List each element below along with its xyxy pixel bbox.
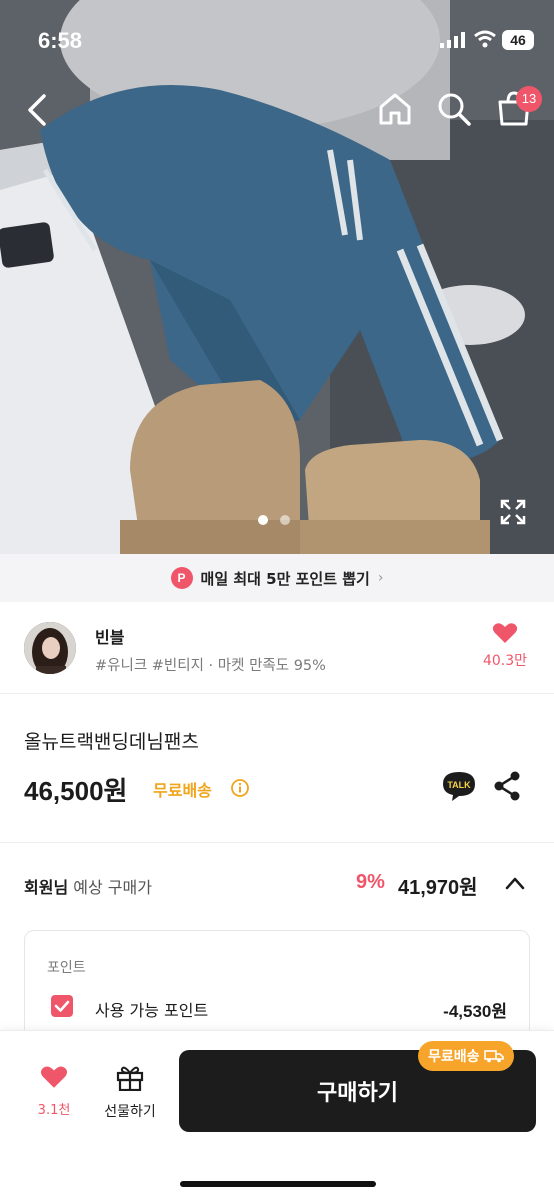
check-icon xyxy=(54,1000,70,1012)
heart-icon xyxy=(492,623,518,643)
product-photo xyxy=(0,0,554,554)
point-icon: P xyxy=(170,567,193,589)
product-image-carousel[interactable]: 6:58 46 13 xyxy=(0,0,554,554)
seller-like-button[interactable]: 40.3만 xyxy=(470,622,540,678)
chevron-right-icon: › xyxy=(377,570,384,586)
seller-tags: #유니크 #빈티지 · 마켓 만족도 95% xyxy=(95,658,326,674)
member-label-rest: 예상 구매가 xyxy=(68,878,152,897)
like-button[interactable]: 3.1천 xyxy=(28,1065,80,1118)
member-price-label: 회원님 예상 구매가 xyxy=(24,874,152,898)
carousel-dot[interactable] xyxy=(280,515,290,525)
home-icon[interactable] xyxy=(376,90,414,128)
free-shipping-badge-text: 무료배송 xyxy=(428,1049,480,1065)
talk-bubble-icon: TALK xyxy=(443,772,475,801)
gift-label: 선물하기 xyxy=(104,1104,156,1120)
free-shipping-label: 무료배송 xyxy=(153,781,212,800)
member-price-row[interactable]: 회원님 예상 구매가 9% 41,970원 xyxy=(24,871,530,900)
available-points-label: 사용 가능 포인트 xyxy=(95,1001,209,1020)
carousel-indicator xyxy=(258,515,290,525)
kakao-talk-share-icon[interactable]: TALK xyxy=(442,770,476,802)
seller-like-count: 40.3만 xyxy=(482,653,528,669)
member-label-bold: 회원님 xyxy=(24,878,69,897)
like-count: 3.1천 xyxy=(37,1103,71,1118)
chevron-left-icon[interactable] xyxy=(22,90,58,130)
gift-icon xyxy=(116,1066,144,1092)
carousel-dot-active[interactable] xyxy=(258,515,268,525)
search-icon[interactable] xyxy=(436,90,472,128)
bottom-action-bar: 3.1천 선물하기 구매하기 무료배송 xyxy=(0,1030,554,1200)
promo-text: 매일 최대 5만 포인트 뽑기 xyxy=(200,569,370,588)
expand-icon[interactable] xyxy=(500,499,526,525)
wifi-icon xyxy=(474,30,496,48)
cart-count-badge: 13 xyxy=(516,86,542,112)
home-indicator xyxy=(180,1181,376,1187)
use-points-checkbox[interactable] xyxy=(51,995,73,1017)
heart-icon xyxy=(40,1066,68,1088)
points-title: 포인트 xyxy=(47,960,86,976)
divider xyxy=(0,842,554,843)
cellular-signal-icon xyxy=(440,32,465,48)
free-shipping-badge: 무료배송 xyxy=(418,1041,514,1071)
share-icon[interactable] xyxy=(493,771,521,801)
chevron-up-icon[interactable] xyxy=(504,876,526,890)
seller-name[interactable]: 빈블 xyxy=(95,624,124,648)
product-title: 올뉴트랙밴딩데님팬츠 xyxy=(24,731,199,753)
status-time: 6:58 xyxy=(38,28,83,53)
member-price-value: 41,970원 xyxy=(398,877,478,899)
avatar-image xyxy=(24,622,76,674)
seller-avatar[interactable] xyxy=(24,622,76,674)
available-points-value: -4,530원 xyxy=(443,1002,507,1021)
seller-section[interactable]: 빈블 #유니크 #빈티지 · 마켓 만족도 95% 40.3만 xyxy=(0,602,554,694)
talk-label: TALK xyxy=(447,780,471,790)
gift-button[interactable]: 선물하기 xyxy=(96,1063,164,1121)
battery-indicator: 46 xyxy=(502,30,534,50)
product-price: 46,500원 xyxy=(24,776,128,806)
truck-icon xyxy=(483,1050,504,1063)
member-discount-rate: 9% xyxy=(356,871,385,893)
point-promo-banner[interactable]: P 매일 최대 5만 포인트 뽑기 › xyxy=(0,554,554,602)
info-icon[interactable] xyxy=(230,778,250,798)
status-bar: 6:58 46 xyxy=(0,0,554,80)
